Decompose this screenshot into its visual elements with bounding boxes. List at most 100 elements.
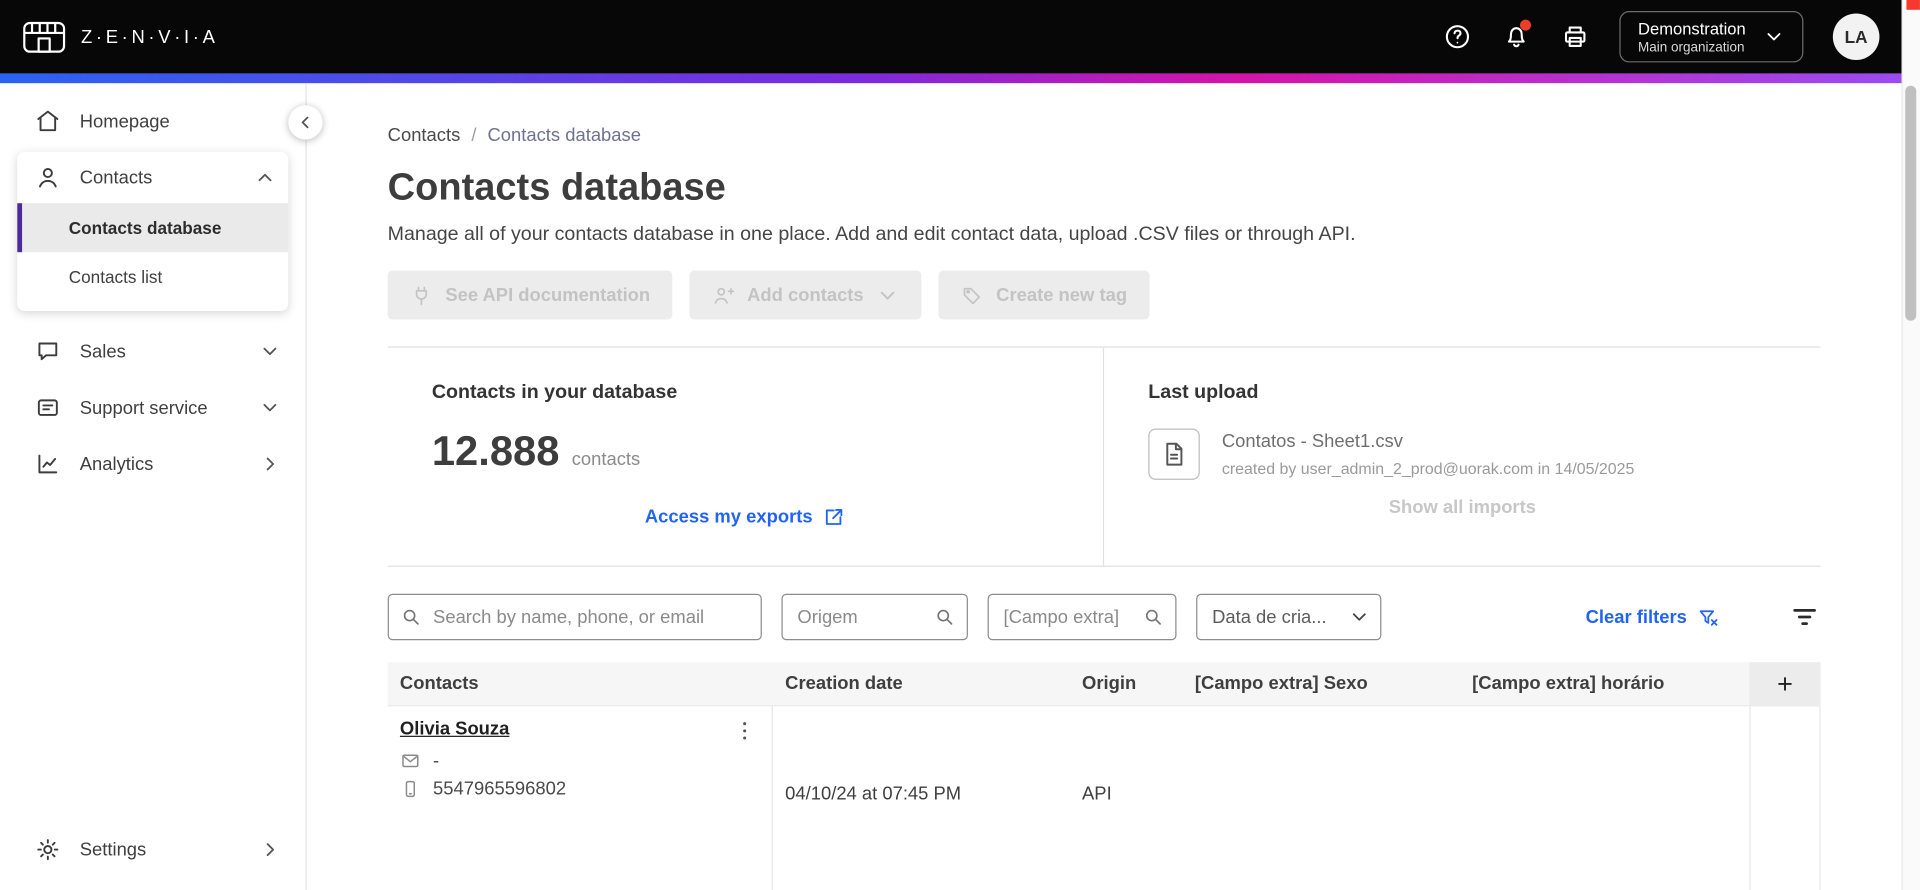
column-header-origin: Origin [1082,673,1137,695]
chevron-up-icon [254,166,276,188]
contact-name-link[interactable]: Olivia Souza [400,719,509,740]
zenvia-logo-icon [22,20,66,53]
gear-icon [34,836,61,863]
sidebar-item-contacts-database[interactable]: Contacts database [17,203,289,253]
creation-date-filter[interactable]: Data de cria... [1196,593,1382,641]
breadcrumb: Contacts / Contacts database [388,125,1821,146]
org-subtitle: Main organization [1638,39,1745,55]
sidebar-item-settings[interactable]: Settings [0,821,305,877]
breadcrumb-contacts[interactable]: Contacts [388,125,461,146]
org-name: Demonstration [1638,18,1746,38]
export-icon [822,506,845,529]
sidebar-collapse-button[interactable] [288,105,323,140]
contacts-count-unit: contacts [571,449,641,471]
main-content: Contacts / Contacts database Contacts da… [306,83,1902,890]
contacts-count-card: Contacts in your database 12.888 contact… [388,347,1105,566]
top-bar: Z·E·N·V·I·A Demonstration Main organizat… [0,0,1902,74]
file-icon [1148,428,1200,480]
sidebar-item-contacts[interactable]: Contacts [17,152,288,203]
avatar[interactable]: LA [1832,13,1880,60]
column-header-contacts: Contacts [399,673,479,695]
contacts-count-title: Contacts in your database [431,381,678,403]
scrollbar-marker [1906,0,1920,10]
table-row: Olivia Souza - 5547965596802 04/10/24 at… [387,706,1821,890]
clear-filters-link[interactable]: Clear filters [1586,605,1720,628]
chevron-down-icon [876,283,899,306]
ticket-icon [34,394,61,421]
search-icon [400,606,422,628]
column-header-horario: [Campo extra] horário [1472,673,1665,695]
sidebar-item-label: Sales [79,340,126,362]
phone-icon [400,779,421,800]
chart-icon [34,451,61,478]
breadcrumb-current: Contacts database [487,124,641,146]
last-upload-title: Last upload [1148,381,1259,403]
origin-cell: API [1082,783,1112,805]
page-subtitle: Manage all of your contacts database in … [387,224,1356,245]
sidebar-item-label: Support service [79,397,208,419]
show-all-imports-button[interactable]: Show all imports [1389,497,1536,518]
user-plus-icon [712,283,735,306]
chevron-right-icon [259,453,281,475]
stats-section: Contacts in your database 12.888 contact… [387,346,1821,567]
contacts-count-value: 12.888 [431,428,560,475]
org-switcher[interactable]: Demonstration Main organization [1619,11,1804,63]
sidebar-item-analytics[interactable]: Analytics [0,436,305,492]
user-icon [34,164,61,191]
sidebar: Homepage Contacts Contacts database Cont… [0,83,323,890]
chevron-left-icon [301,116,309,129]
scrollbar-thumb[interactable] [1905,85,1917,321]
sidebar-item-support-service[interactable]: Support service [0,380,305,436]
sidebar-item-label: Contacts [79,167,153,188]
sidebar-item-label: Homepage [79,110,170,132]
contact-phone: 5547965596802 [433,778,567,800]
column-header-creation-date: Creation date [785,673,903,695]
sidebar-group-contacts: Contacts Contacts database Contacts list [17,151,289,311]
sidebar-item-sales[interactable]: Sales [0,323,305,379]
chevron-right-icon [259,839,281,861]
clear-filter-icon [1697,605,1720,628]
sidebar-item-contacts-list[interactable]: Contacts list [17,252,288,301]
sidebar-item-label: Analytics [79,453,154,475]
search-icon [934,606,956,628]
contacts-table: Contacts Creation date Origin [Campo ext… [387,661,1821,890]
chevron-down-icon [1348,606,1370,628]
table-header-row: Contacts Creation date Origin [Campo ext… [387,661,1821,707]
contact-email: - [433,750,440,772]
contact-cell: Olivia Souza - 5547965596802 [388,706,773,890]
notifications-bell-icon[interactable] [1502,19,1532,51]
add-column-button[interactable]: + [1749,661,1821,706]
last-upload-card: Last upload Contatos - Sheet1.csv create… [1104,348,1820,566]
plug-icon [410,283,433,306]
sidebar-item-homepage[interactable]: Homepage [0,95,305,146]
brand-gradient-bar [0,73,1902,84]
chevron-down-icon [259,397,281,419]
sexo-cell [1183,706,1460,890]
upload-file-name: Contatos - Sheet1.csv [1221,430,1403,452]
home-icon [34,108,61,135]
email-icon [400,750,421,771]
help-icon[interactable] [1443,22,1472,51]
see-api-documentation-button[interactable]: See API documentation [387,270,673,320]
sidebar-item-label: Settings [79,839,147,861]
search-input[interactable] [387,593,762,641]
printer-icon[interactable] [1561,22,1590,51]
horario-cell [1460,706,1750,890]
breadcrumb-separator: / [471,124,477,146]
add-contacts-button[interactable]: Add contacts [689,270,922,320]
tag-icon [961,283,984,306]
page-title: Contacts database [387,165,726,209]
creation-date-cell: 04/10/24 at 07:45 PM [785,783,962,805]
upload-file-meta: created by user_admin_2_prod@uorak.com i… [1221,459,1635,478]
app-window: Z·E·N·V·I·A Demonstration Main organizat… [0,0,1920,890]
chevron-down-icon [259,340,281,362]
row-menu-icon[interactable] [732,719,757,743]
scrollbar[interactable] [1901,0,1920,890]
brand-text: Z·E·N·V·I·A [80,26,219,48]
access-my-exports-link[interactable]: Access my exports [645,506,846,529]
column-header-sexo: [Campo extra] Sexo [1194,673,1368,695]
search-icon [1142,606,1164,628]
filter-columns-icon[interactable] [1789,601,1821,633]
create-new-tag-button[interactable]: Create new tag [938,270,1150,320]
add-column-spacer [1749,706,1821,890]
